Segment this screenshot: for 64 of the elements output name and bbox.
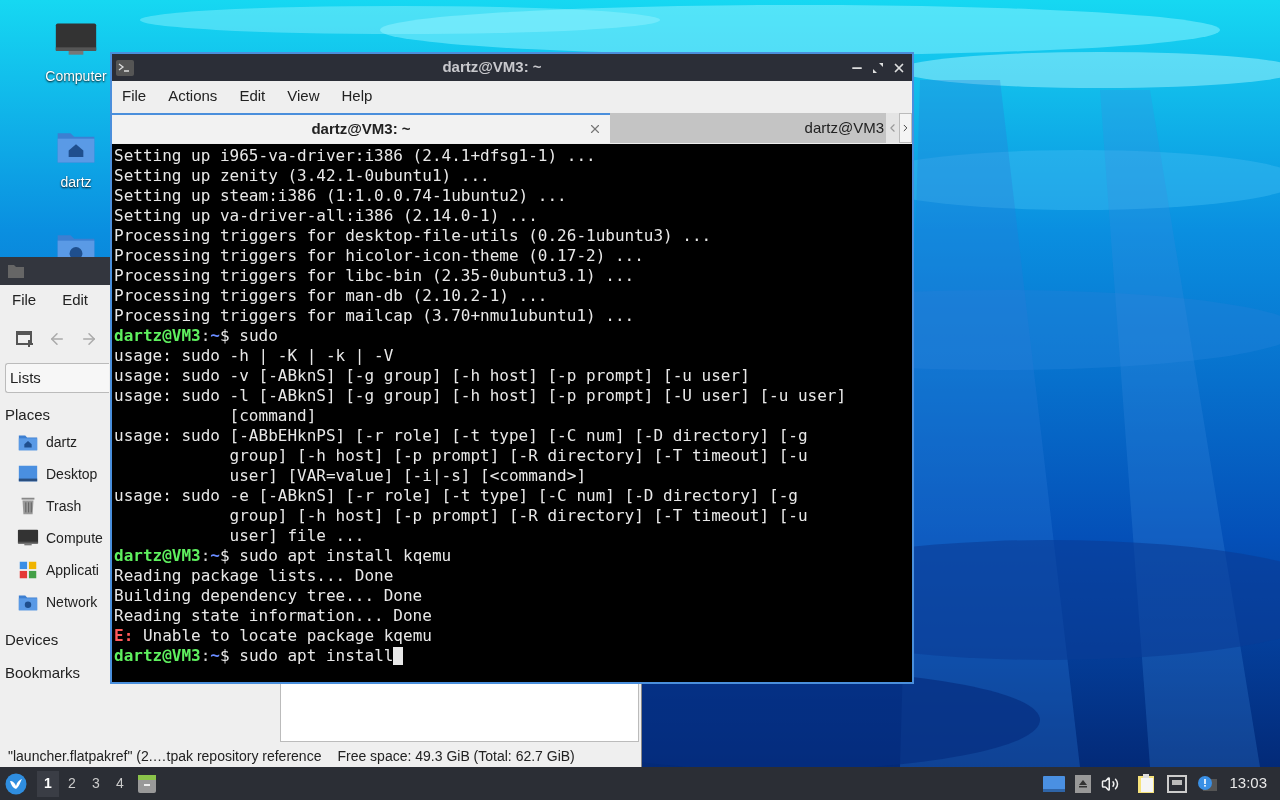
folder-icon	[8, 264, 24, 278]
terminal-line: Reading state information... Done	[114, 606, 433, 626]
terminal-line: Reading package lists... Done	[114, 566, 395, 586]
sidebar-section-title[interactable]: Devices	[5, 628, 59, 651]
prompt-line: dartz@VM3:~$ sudo apt install kqemu	[114, 546, 453, 566]
terminal-icon	[116, 59, 134, 76]
terminal-line: usage: sudo -e [-ABknS] [-r role] [-t type] [-C num] [-D directory] [-g	[114, 486, 799, 506]
terminal-line: Processing triggers for desktop-file-utils (0.26-1ubuntu3) ...	[114, 226, 713, 246]
terminal-line: usage: sudo [-ABbEHknPS] [-r role] [-t type] [-C num] [-D directory] [-g	[114, 426, 809, 446]
sidebar-item[interactable]: dartz	[5, 426, 78, 458]
terminal-line: Processing triggers for libc-bin (2.35-0ubuntu3.1) ...	[114, 266, 636, 286]
sidebar-item[interactable]: Compute	[5, 522, 103, 554]
menu-item[interactable]: Actions	[168, 84, 218, 108]
alert-icon[interactable]	[1197, 774, 1218, 793]
terminal-line: group] [-h host] [-p prompt] [-R directory] [-T timeout] [-u	[228, 446, 809, 466]
terminal-line: Setting up va-driver-all:i386 (2.14.0-1) ...	[114, 206, 539, 226]
terminal-line: user] [VAR=value] [-i|-s] [<command>]	[228, 466, 587, 486]
terminal-line: user] file ...	[228, 526, 366, 546]
terminal-line: Processing triggers for hicolor-icon-theme (0.17-2) ...	[114, 246, 645, 266]
sidebar-section-title[interactable]: Bookmarks	[5, 661, 81, 684]
sidebar-item[interactable]: Network	[5, 586, 98, 618]
prompt-line: dartz@VM3:~$ sudo apt install	[114, 646, 912, 666]
terminal-line: [command]	[228, 406, 318, 426]
terminal-line: Setting up i965-va-driver:i386 (2.4.1+dfsg1-1) ...	[114, 146, 597, 166]
start-menu-icon[interactable]	[5, 772, 27, 795]
status-selection: "launcher.flatpakref" (2.…tpak repository reference	[8, 746, 322, 766]
menu-item[interactable]: Help	[341, 84, 373, 108]
error-line: E: Unable to locate package kqemu	[114, 626, 433, 646]
maximize-icon[interactable]	[872, 61, 884, 74]
volume-icon[interactable]	[1101, 774, 1120, 793]
apps-icon	[17, 559, 39, 581]
terminal-line: Processing triggers for mailcap (3.70+nmu1ubuntu1) ...	[114, 306, 636, 326]
sidebar-item[interactable]: Desktop	[5, 458, 98, 490]
window-title: dartz@VM3: ~	[441, 57, 543, 78]
menu-item[interactable]: View	[287, 84, 320, 108]
status-free-space: Free space: 49.3 GiB (Total: 62.7 GiB)	[337, 746, 575, 766]
terminal-line: group] [-h host] [-p prompt] [-R directory] [-T timeout] [-u	[228, 506, 809, 526]
workspace-button[interactable]: 3	[85, 770, 107, 797]
menu-item[interactable]: Edit	[62, 288, 89, 312]
workspace-button[interactable]: 4	[109, 770, 131, 797]
tab-close-icon[interactable]	[588, 122, 602, 136]
terminal-line: Building dependency tree... Done	[114, 586, 424, 606]
terminal-line: usage: sudo -v [-ABknS] [-g group] [-h host] [-p prompt] [-u user]	[114, 366, 751, 386]
prompt-line: dartz@VM3:~$ sudo	[114, 326, 279, 346]
view-selector[interactable]: Lists	[5, 363, 109, 393]
clock[interactable]: 13:03	[1229, 772, 1267, 795]
new-tab-icon[interactable]	[16, 330, 34, 348]
sidebar-item[interactable]: Applicati	[5, 554, 99, 586]
terminal-line: usage: sudo -l [-ABknS] [-g group] [-h host] [-p prompt] [-U user] [-u user]	[114, 386, 848, 406]
display-icon[interactable]	[1043, 775, 1066, 792]
terminal-line: usage: sudo -h | -K | -k | -V	[114, 346, 395, 366]
sidebar-section-title[interactable]: Places	[5, 403, 51, 426]
menu-item[interactable]: Edit	[239, 84, 266, 108]
workspace-button[interactable]: 2	[61, 770, 83, 797]
eject-icon[interactable]	[1075, 774, 1092, 793]
menu-item[interactable]: File	[122, 84, 147, 108]
terminal-line: Setting up steam:i386 (1:1.0.0.74-1ubuntu2) ...	[114, 186, 568, 206]
file-cabinet-icon[interactable]	[137, 773, 157, 794]
menu-item[interactable]: File	[12, 288, 37, 312]
terminal-line: Processing triggers for man-db (2.10.2-1) ...	[114, 286, 549, 306]
sidebar-item[interactable]: Trash	[5, 490, 82, 522]
tab[interactable]: dartz@VM3	[610, 113, 886, 143]
terminal-line: Setting up zenity (3.42.1-0ubuntu1) ...	[114, 166, 491, 186]
workspace-button[interactable]: 1	[37, 770, 59, 797]
